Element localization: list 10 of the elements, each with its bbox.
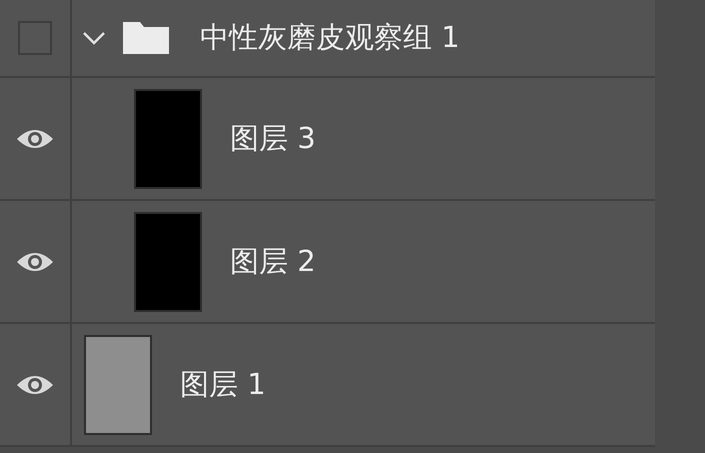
layer-name[interactable]: 图层 2 <box>230 240 316 284</box>
chevron-icon[interactable] <box>82 30 106 46</box>
layer-thumbnail[interactable] <box>134 212 202 312</box>
folder-icon <box>122 21 170 55</box>
layer-name[interactable]: 图层 1 <box>180 362 266 406</box>
layer-thumbnail[interactable] <box>84 334 152 434</box>
layer-thumbnail[interactable] <box>134 88 202 188</box>
visibility-checkbox[interactable] <box>18 21 52 55</box>
group-name[interactable]: 中性灰磨皮观察组 1 <box>200 16 460 60</box>
layer-name[interactable]: 图层 3 <box>230 116 316 160</box>
